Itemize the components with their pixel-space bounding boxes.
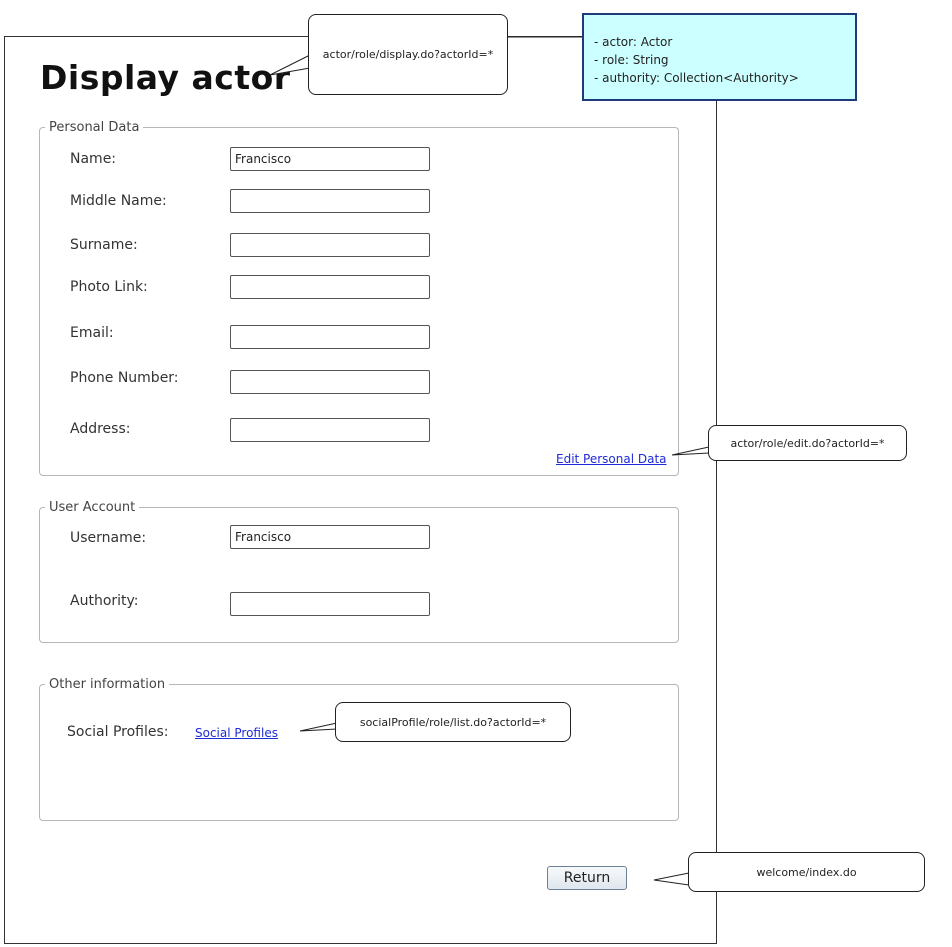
model-attributes-note: - actor: Actor - role: String - authorit… bbox=[582, 13, 857, 101]
display-url-callout: actor/role/display.do?actorId=* bbox=[308, 14, 508, 95]
return-url-callout: welcome/index.do bbox=[688, 852, 925, 892]
model-line-authority: - authority: Collection<Authority> bbox=[594, 71, 799, 85]
model-line-actor: - actor: Actor bbox=[594, 35, 673, 49]
model-line-role: - role: String bbox=[594, 53, 669, 67]
return-url-text: welcome/index.do bbox=[756, 866, 857, 879]
display-callout-pointer bbox=[269, 54, 311, 76]
social-url-callout: socialProfile/role/list.do?actorId=* bbox=[335, 702, 571, 742]
display-url-text: actor/role/display.do?actorId=* bbox=[322, 48, 494, 61]
edit-callout-pointer bbox=[671, 446, 710, 456]
social-callout-pointer bbox=[299, 722, 338, 732]
return-callout-pointer bbox=[653, 872, 690, 886]
edit-url-callout: actor/role/edit.do?actorId=* bbox=[708, 425, 907, 461]
social-url-text: socialProfile/role/list.do?actorId=* bbox=[359, 715, 547, 729]
edit-url-text: actor/role/edit.do?actorId=* bbox=[730, 436, 885, 450]
annotation-pointers bbox=[269, 36, 710, 886]
